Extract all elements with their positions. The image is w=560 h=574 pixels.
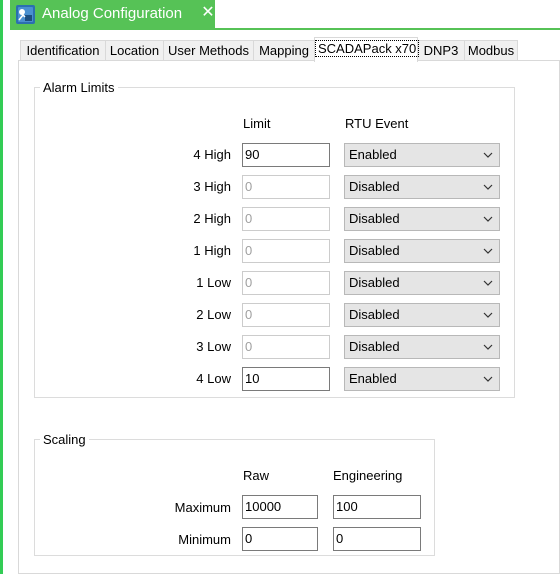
document-tab[interactable]: Analog Configuration ✕	[10, 0, 215, 29]
alarm-limit-input[interactable]: 0	[242, 335, 330, 359]
scaling-title: Scaling	[40, 432, 89, 447]
alarm-row-label: 4 Low	[196, 371, 231, 386]
rtu-event-select[interactable]: Disabled	[344, 175, 500, 199]
rtu-event-value: Disabled	[349, 211, 400, 226]
rtu-event-value: Disabled	[349, 179, 400, 194]
alarm-row-label: 3 Low	[196, 339, 231, 354]
alarm-limit-input[interactable]: 0	[242, 175, 330, 199]
scaling-engineering-input[interactable]: 0	[333, 527, 421, 551]
alarm-limit-input[interactable]: 90	[242, 143, 330, 167]
tab-scadapack-x70[interactable]: SCADAPack x70	[314, 37, 420, 62]
close-icon[interactable]: ✕	[200, 4, 216, 22]
scaling-raw-input[interactable]: 0	[242, 527, 318, 551]
scaling-row-label: Maximum	[174, 500, 231, 515]
rtu-event-select[interactable]: Disabled	[344, 207, 500, 231]
alarm-row-label: 3 High	[193, 179, 231, 194]
analog-config-icon	[16, 5, 35, 24]
tab-label: Modbus	[467, 43, 515, 58]
tab-identification[interactable]: Identification	[20, 40, 106, 61]
alarm-row-label: 4 High	[193, 147, 231, 162]
rtu-event-select[interactable]: Enabled	[344, 143, 500, 167]
scaling-row-label: Minimum	[178, 532, 231, 547]
tab-modbus[interactable]: Modbus	[464, 40, 518, 61]
alarm-limit-input[interactable]: 0	[242, 239, 330, 263]
tab-strip-underline	[10, 28, 560, 30]
limit-column-header: Limit	[243, 116, 271, 131]
scaling-raw-input[interactable]: 10000	[242, 495, 318, 519]
rtu-event-column-header: RTU Event	[345, 116, 409, 131]
rtu-event-select[interactable]: Disabled	[344, 335, 500, 359]
tab-label: Location	[109, 43, 160, 58]
rtu-event-select[interactable]: Enabled	[344, 367, 500, 391]
rtu-event-value: Enabled	[349, 371, 397, 386]
tab-label: Identification	[26, 43, 100, 58]
engineering-column-header: Engineering	[333, 468, 403, 483]
alarm-row-label: 2 High	[193, 211, 231, 226]
rtu-event-select[interactable]: Disabled	[344, 303, 500, 327]
alarm-limit-input[interactable]: 0	[242, 207, 330, 231]
tab-user-methods[interactable]: User Methods	[163, 40, 254, 61]
tab-dnp3[interactable]: DNP3	[417, 40, 465, 61]
rtu-event-value: Disabled	[349, 275, 400, 290]
alarm-limit-input[interactable]: 10	[242, 367, 330, 391]
tab-location[interactable]: Location	[105, 40, 164, 61]
tab-mapping[interactable]: Mapping	[253, 40, 315, 61]
scaling-engineering-input[interactable]: 100	[333, 495, 421, 519]
raw-column-header: Raw	[243, 468, 270, 483]
tab-label: SCADAPack x70	[315, 40, 420, 57]
alarm-row-label: 2 Low	[196, 307, 231, 322]
rtu-event-value: Disabled	[349, 243, 400, 258]
alarm-row-label: 1 Low	[196, 275, 231, 290]
rtu-event-select[interactable]: Disabled	[344, 271, 500, 295]
alarm-limit-input[interactable]: 0	[242, 303, 330, 327]
tab-label: User Methods	[168, 43, 249, 58]
tab-label: DNP3	[423, 43, 459, 58]
alarm-row-label: 1 High	[193, 243, 231, 258]
tab-label: Mapping	[259, 43, 309, 58]
rtu-event-select[interactable]: Disabled	[344, 239, 500, 263]
rtu-event-value: Disabled	[349, 339, 400, 354]
alarm-limit-input[interactable]: 0	[242, 271, 330, 295]
rtu-event-value: Disabled	[349, 307, 400, 322]
rtu-event-value: Enabled	[349, 147, 397, 162]
window-accent-stripe	[0, 0, 3, 574]
document-tab-title: Analog Configuration	[42, 5, 183, 22]
alarm-limits-title: Alarm Limits	[40, 80, 118, 95]
